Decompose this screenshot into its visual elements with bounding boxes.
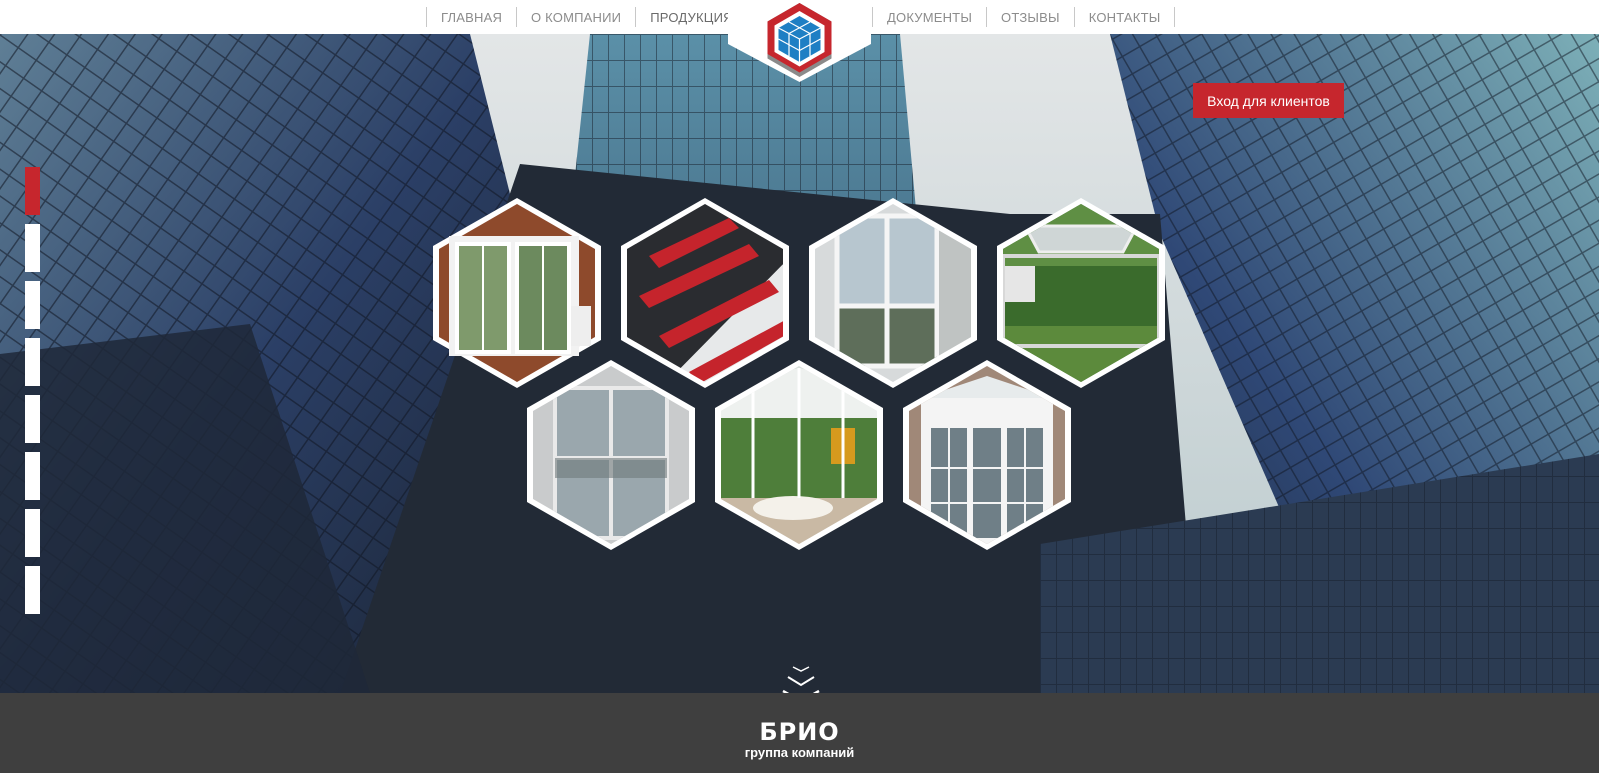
slide-navigation [25,167,40,623]
product-tile-french-doors[interactable] [901,358,1073,552]
nav-left: ГЛАВНАЯ О КОМПАНИИ ПРОДУКЦИЯ [426,7,748,27]
product-tile-winter-garden[interactable] [713,358,885,552]
slide-nav-item-7[interactable] [25,509,40,557]
brand-tagline: группа компаний [744,745,855,760]
brand-name: БРИО [759,718,840,746]
nav-link-home[interactable]: ГЛАВНАЯ [427,10,516,25]
nav-link-reviews[interactable]: ОТЗЫВЫ [987,10,1074,25]
nav-right: ДОКУМЕНТЫ ОТЗЫВЫ КОНТАКТЫ [872,7,1176,27]
slide-nav-item-2[interactable] [25,224,40,272]
slide-nav-item-4[interactable] [25,338,40,386]
hero-section: Вход для клиентов [0,34,1599,693]
nav-link-documents[interactable]: ДОКУМЕНТЫ [873,10,986,25]
slide-nav-item-6[interactable] [25,452,40,500]
slide-nav-item-5[interactable] [25,395,40,443]
slide-nav-item-8[interactable] [25,566,40,614]
nav-separator [1174,7,1176,27]
double-chevron-down-icon[interactable] [780,665,822,693]
client-login-button[interactable]: Вход для клиентов [1193,83,1344,118]
nav-link-contacts[interactable]: КОНТАКТЫ [1075,10,1175,25]
footer: БРИО группа компаний [0,693,1599,773]
product-tile-entrance-doors[interactable] [525,358,697,552]
nav-link-about[interactable]: О КОМПАНИИ [517,10,635,25]
slide-nav-item-1[interactable] [25,167,40,215]
slide-nav-item-3[interactable] [25,281,40,329]
logo[interactable] [728,0,871,82]
